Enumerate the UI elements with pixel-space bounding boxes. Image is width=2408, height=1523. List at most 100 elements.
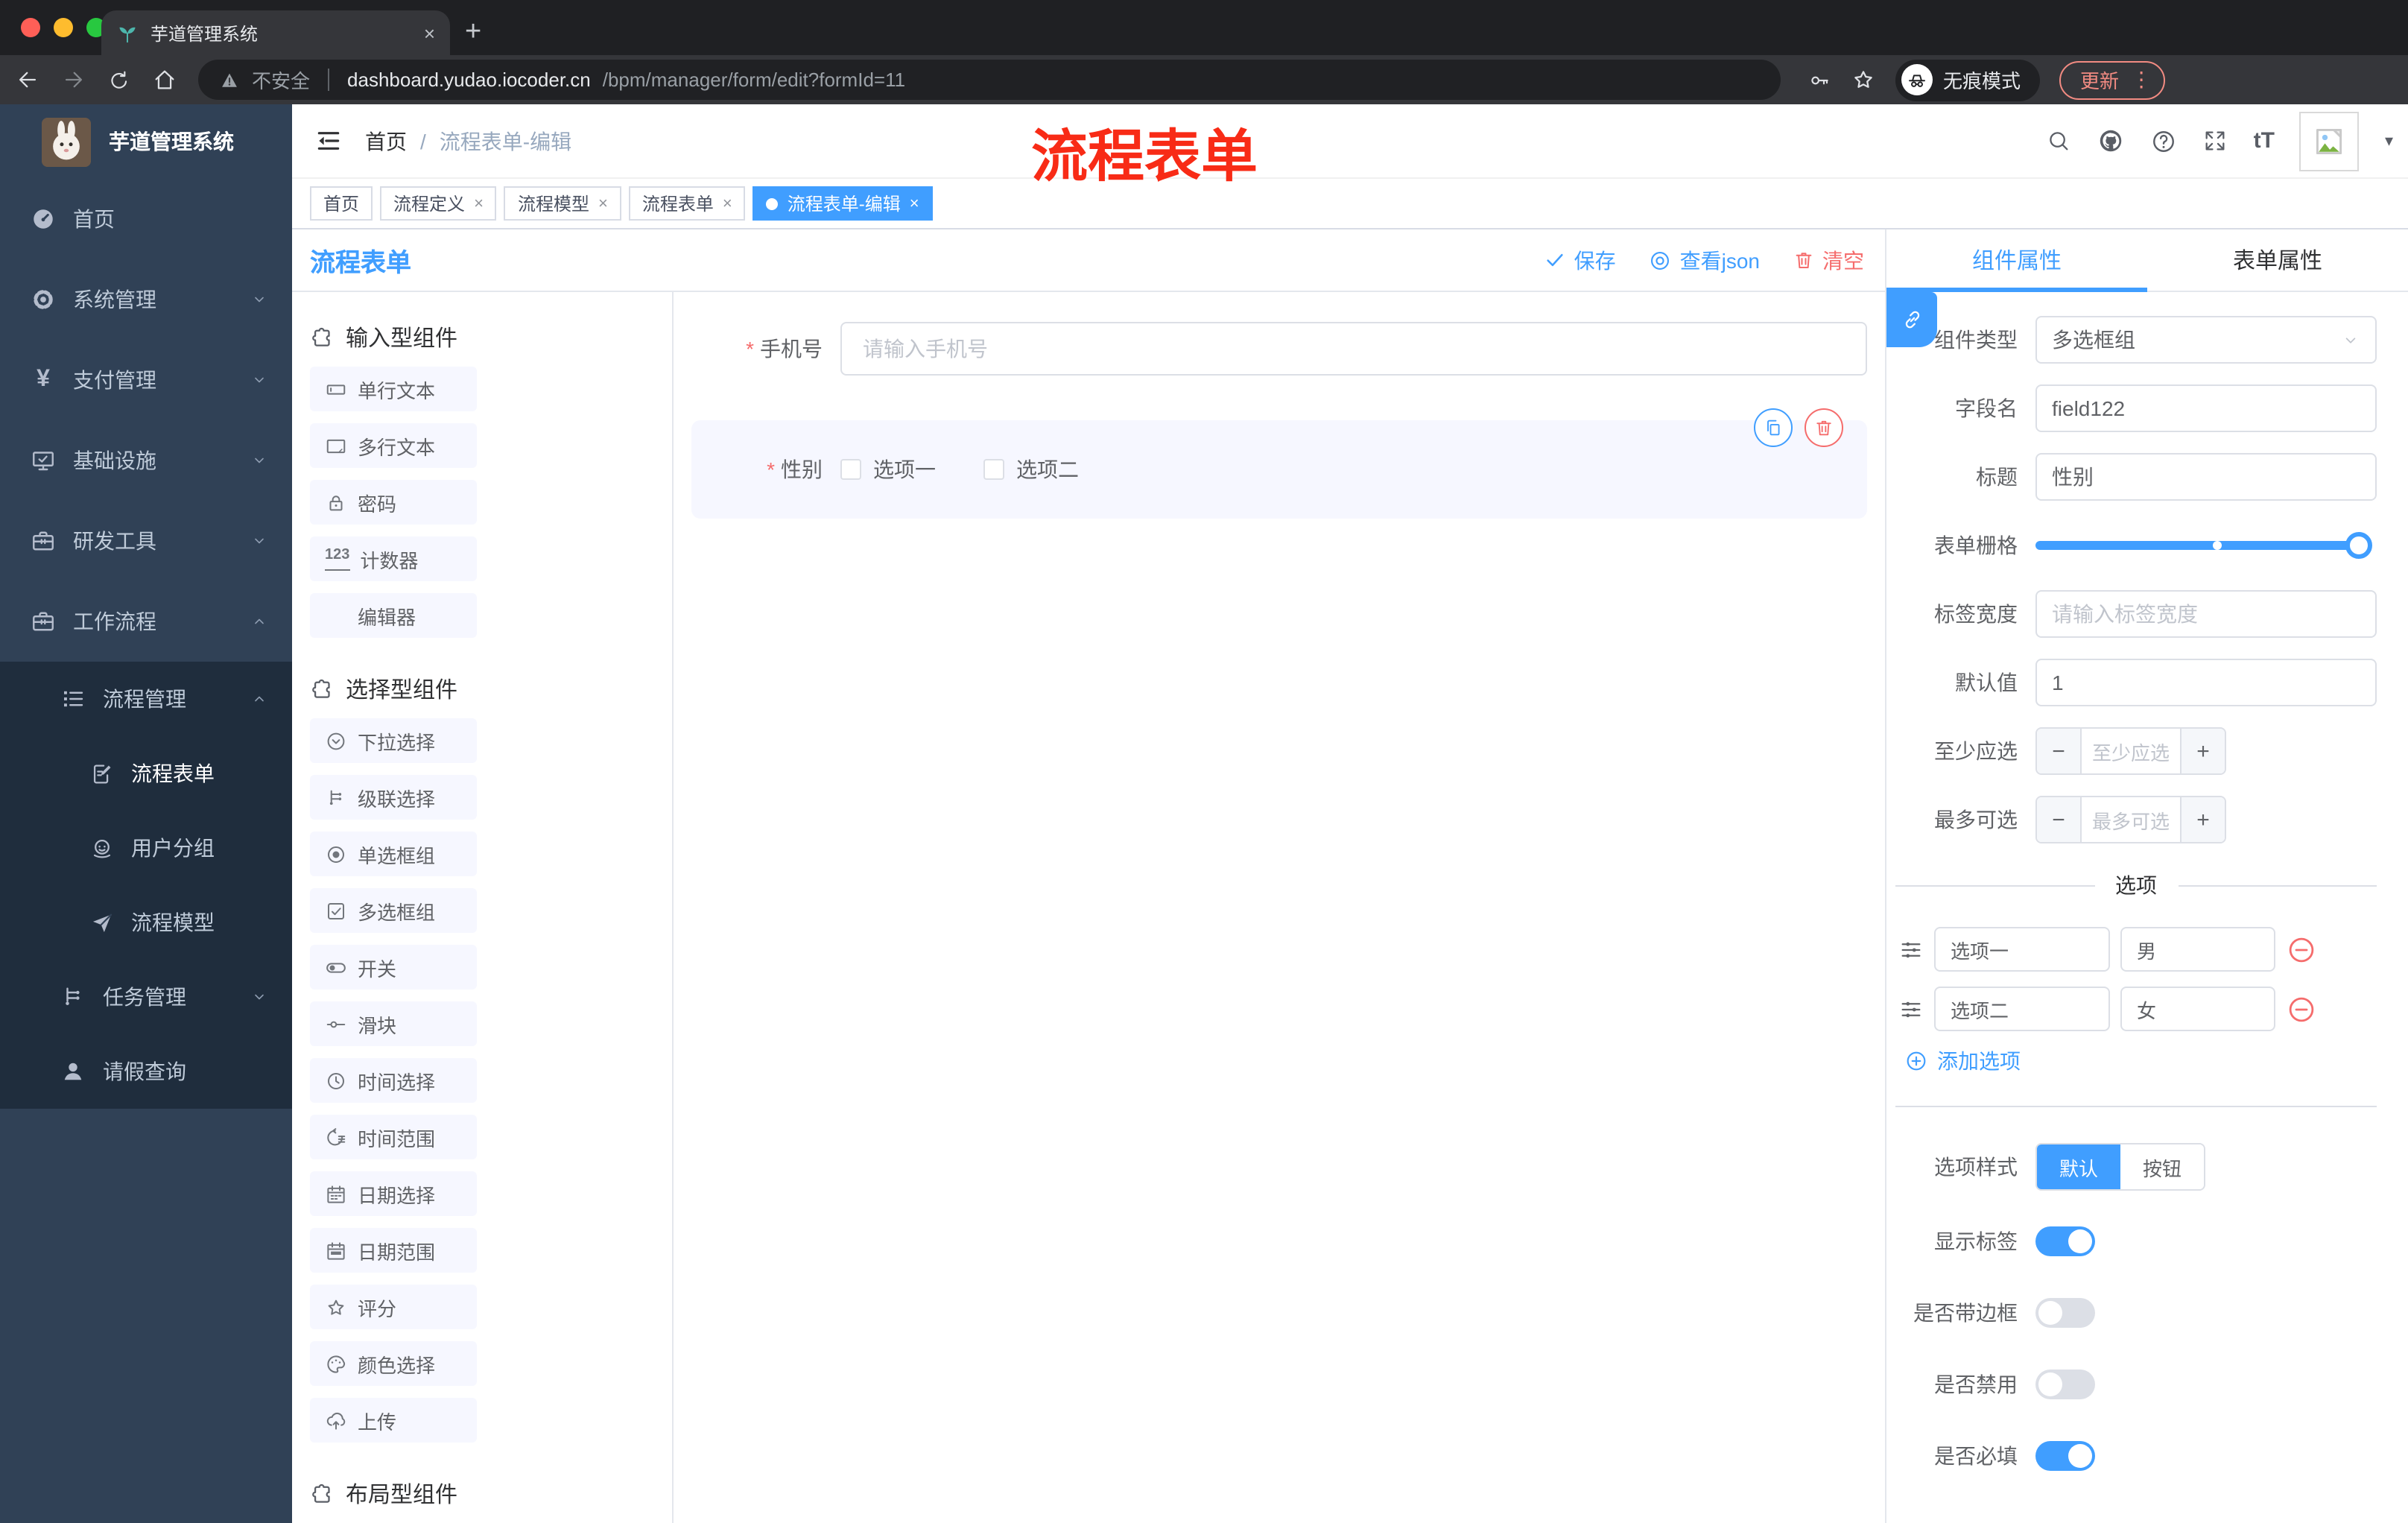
- forward-icon[interactable]: [61, 67, 86, 92]
- palette-item-upload[interactable]: 上传: [310, 1398, 477, 1443]
- remove-option-icon[interactable]: [2286, 934, 2317, 965]
- window-close-button[interactable]: [21, 18, 40, 37]
- palette-item-date-picker[interactable]: 日期选择: [310, 1171, 477, 1216]
- data-bind-link-button[interactable]: [1886, 292, 1937, 347]
- delete-component-button[interactable]: [1805, 408, 1843, 447]
- min-select-value[interactable]: 至少应选: [2082, 729, 2180, 773]
- clear-button[interactable]: 清空: [1793, 245, 1864, 275]
- remove-option-icon[interactable]: [2286, 993, 2317, 1025]
- palette-item-counter[interactable]: 123 计数器: [310, 536, 477, 581]
- form-grid-slider[interactable]: [2035, 532, 2372, 559]
- title-input[interactable]: [2035, 453, 2377, 501]
- avatar[interactable]: [2299, 111, 2360, 171]
- browser-menu-icon[interactable]: ⋮: [2131, 67, 2152, 92]
- back-icon[interactable]: [15, 67, 40, 92]
- sidebar-item-user-group[interactable]: 用户分组: [0, 811, 292, 885]
- gender-option1-checkbox[interactable]: 选项一: [840, 455, 936, 484]
- stepper-increase-button[interactable]: +: [2180, 729, 2225, 773]
- home-icon[interactable]: [152, 67, 177, 92]
- sidebar-item-home[interactable]: 首页: [0, 179, 292, 259]
- field-name-input[interactable]: [2035, 384, 2377, 432]
- stepper-increase-button[interactable]: +: [2180, 797, 2225, 842]
- sidebar-item-process-form[interactable]: 流程表单: [0, 736, 292, 811]
- sidebar-item-task-mgmt[interactable]: 任务管理: [0, 960, 292, 1034]
- tag-close-icon[interactable]: ×: [723, 194, 732, 212]
- tag-process-definition[interactable]: 流程定义 ×: [380, 186, 497, 221]
- gender-option2-checkbox[interactable]: 选项二: [983, 455, 1079, 484]
- font-size-icon[interactable]: tT: [2254, 128, 2275, 153]
- sidebar-item-workflow[interactable]: 工作流程: [0, 581, 292, 662]
- save-button[interactable]: 保存: [1544, 245, 1616, 275]
- drag-handle-icon[interactable]: [1898, 937, 1924, 962]
- tab-form-props[interactable]: 表单属性: [2147, 229, 2408, 291]
- duplicate-component-button[interactable]: [1754, 408, 1793, 447]
- tab-close-icon[interactable]: ×: [424, 22, 435, 44]
- update-button[interactable]: 更新 ⋮: [2059, 60, 2166, 99]
- search-icon[interactable]: [2047, 128, 2072, 153]
- phone-input[interactable]: 请输入手机号: [840, 322, 1867, 376]
- sidebar-item-devtools[interactable]: 研发工具: [0, 501, 292, 581]
- option2-label-input[interactable]: [1934, 987, 2110, 1031]
- drag-handle-icon[interactable]: [1898, 996, 1924, 1022]
- bookmark-star-icon[interactable]: [1851, 67, 1876, 92]
- disabled-toggle[interactable]: [2035, 1370, 2095, 1399]
- sidebar-collapse-icon[interactable]: [292, 127, 365, 155]
- not-secure-icon[interactable]: [219, 69, 240, 90]
- style-button-button[interactable]: 按钮: [2120, 1144, 2205, 1189]
- sidebar-item-infra[interactable]: 基础设施: [0, 420, 292, 501]
- palette-item-cascader[interactable]: 级联选择: [310, 775, 477, 820]
- tab-component-props[interactable]: 组件属性: [1886, 229, 2147, 291]
- palette-item-time-range[interactable]: 时间范围: [310, 1115, 477, 1159]
- palette-item-dropdown[interactable]: 下拉选择: [310, 718, 477, 763]
- tag-home[interactable]: 首页: [310, 186, 373, 221]
- tag-process-form-edit[interactable]: 流程表单-编辑 ×: [752, 186, 933, 221]
- option1-label-input[interactable]: [1934, 927, 2110, 972]
- default-value-input[interactable]: [2035, 659, 2377, 706]
- sidebar-item-process-model[interactable]: 流程模型: [0, 885, 292, 960]
- help-icon[interactable]: [2151, 127, 2178, 154]
- tag-close-icon[interactable]: ×: [910, 194, 919, 212]
- sidebar-item-leave-query[interactable]: 请假查询: [0, 1034, 292, 1109]
- canvas-field-phone[interactable]: 手机号 请输入手机号: [691, 322, 1867, 376]
- breadcrumb-home[interactable]: 首页: [365, 126, 407, 156]
- tag-close-icon[interactable]: ×: [474, 194, 484, 212]
- option1-value-input[interactable]: [2120, 927, 2275, 972]
- sidebar-item-payment[interactable]: ¥ 支付管理: [0, 340, 292, 420]
- palette-item-rate[interactable]: 评分: [310, 1285, 477, 1329]
- add-option-button[interactable]: 添加选项: [1904, 1046, 2377, 1076]
- component-type-select[interactable]: 多选框组: [2035, 316, 2377, 364]
- view-json-button[interactable]: 查看json: [1649, 245, 1760, 275]
- palette-item-multi-line-text[interactable]: 多行文本: [310, 423, 477, 468]
- palette-item-single-line-text[interactable]: 单行文本: [310, 367, 477, 411]
- slider-handle[interactable]: [2345, 532, 2372, 559]
- palette-item-password[interactable]: 密码: [310, 480, 477, 525]
- palette-item-time-picker[interactable]: 时间选择: [310, 1058, 477, 1103]
- style-default-button[interactable]: 默认: [2037, 1144, 2121, 1189]
- stepper-decrease-button[interactable]: −: [2037, 729, 2082, 773]
- password-key-icon[interactable]: [1807, 68, 1831, 92]
- show-label-toggle[interactable]: [2035, 1226, 2095, 1256]
- palette-item-switch[interactable]: 开关: [310, 945, 477, 990]
- fullscreen-icon[interactable]: [2203, 128, 2228, 153]
- reload-icon[interactable]: [107, 68, 131, 92]
- browser-tab[interactable]: 芋道管理系统 ×: [101, 10, 450, 55]
- tag-close-icon[interactable]: ×: [598, 194, 608, 212]
- palette-item-date-range[interactable]: 日期范围: [310, 1228, 477, 1273]
- new-tab-button[interactable]: +: [465, 13, 481, 52]
- tag-process-form[interactable]: 流程表单 ×: [628, 186, 746, 221]
- palette-item-checkbox-group[interactable]: 多选框组: [310, 888, 477, 933]
- border-toggle[interactable]: [2035, 1298, 2095, 1328]
- palette-item-slider[interactable]: 滑块: [310, 1001, 477, 1046]
- sidebar-item-process-mgmt[interactable]: 流程管理: [0, 662, 292, 736]
- canvas-field-gender-selected[interactable]: 性别 选项一 选项二: [691, 408, 1867, 519]
- palette-item-radio-group[interactable]: 单选框组: [310, 832, 477, 876]
- palette-item-editor[interactable]: 编辑器: [310, 593, 477, 638]
- label-width-input[interactable]: [2035, 590, 2377, 638]
- option2-value-input[interactable]: [2120, 987, 2275, 1031]
- tag-process-model[interactable]: 流程模型 ×: [504, 186, 621, 221]
- avatar-caret-icon[interactable]: ▾: [2385, 131, 2393, 151]
- form-canvas[interactable]: 手机号 请输入手机号 性别: [674, 292, 1885, 1523]
- max-select-value[interactable]: 最多可选: [2082, 797, 2180, 842]
- sidebar-item-system[interactable]: 系统管理: [0, 259, 292, 340]
- address-bar[interactable]: 不安全 dashboard.yudao.iocoder.cn/bpm/manag…: [198, 60, 1781, 100]
